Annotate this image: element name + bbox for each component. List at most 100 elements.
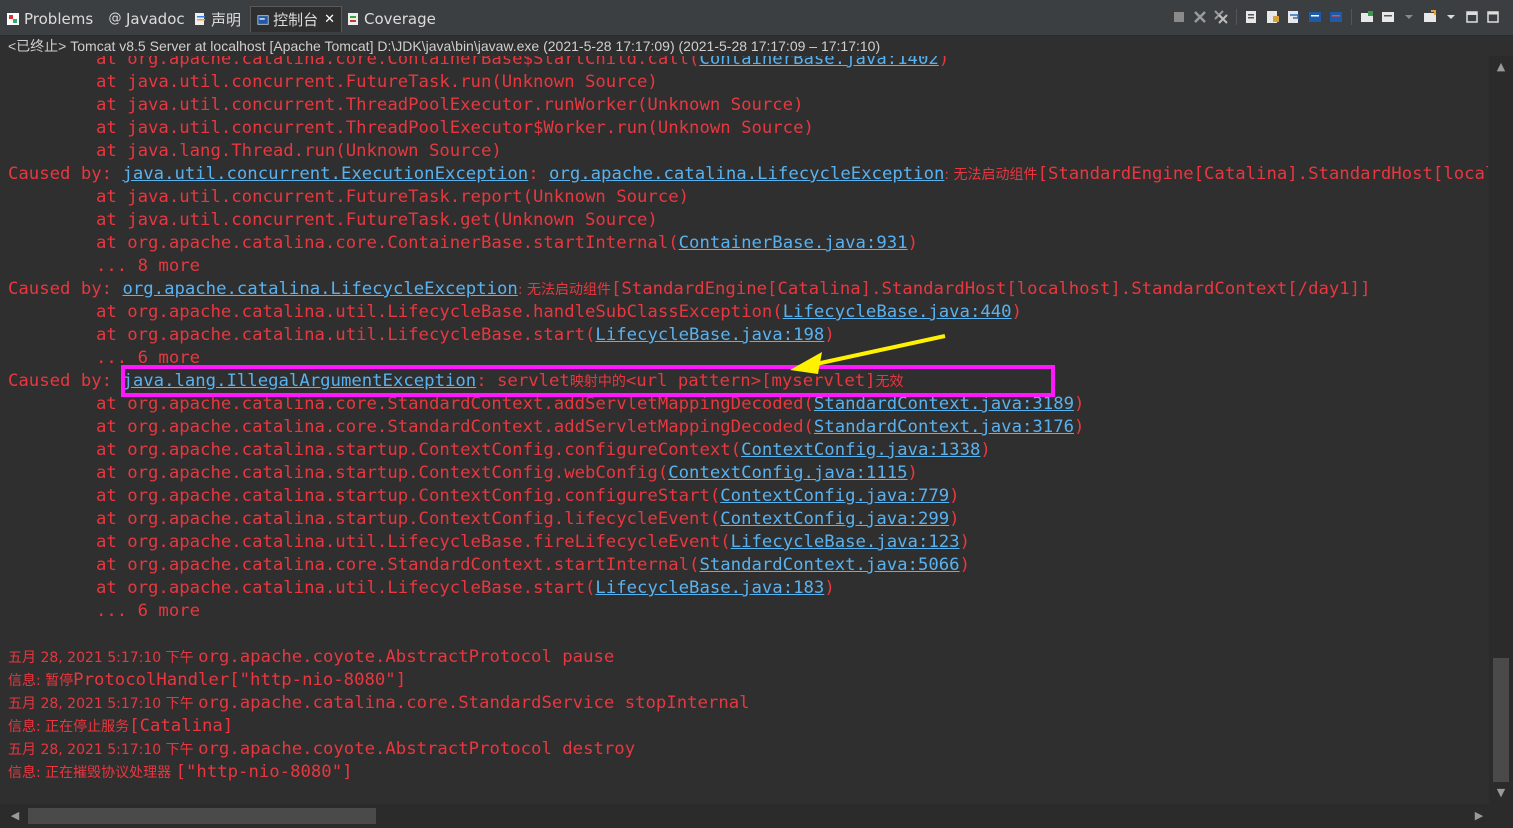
frame-tail: )	[949, 509, 960, 529]
source-link[interactable]: ContainerBase.java:1402	[699, 56, 938, 69]
more-text: ... 6 more	[96, 601, 201, 621]
tab-javadoc[interactable]: @ Javadoc	[108, 6, 185, 32]
log-line: 五月 28, 2021 5:17:10 下午 org.apache.catali…	[8, 692, 1488, 715]
source-link[interactable]: ContextConfig.java:1115	[668, 463, 907, 483]
at-prefix: at	[96, 394, 128, 414]
tab-label: Javadoc	[126, 10, 185, 28]
pin-icon	[1361, 11, 1373, 22]
tab-label: Problems	[24, 10, 94, 28]
frame-tail: )	[1074, 394, 1085, 414]
tab-console[interactable]: 控制台 ✕	[250, 6, 342, 32]
word-wrap-button[interactable]	[1286, 9, 1302, 25]
frame-method: org.apache.catalina.util.LifecycleBase.f…	[127, 532, 731, 552]
source-link[interactable]: StandardContext.java:5066	[699, 555, 959, 575]
terminate-button[interactable]	[1171, 9, 1187, 25]
log-line: 信息: 正在摧毁协议处理器 ["http-nio-8080"]	[8, 761, 1488, 784]
exception-link[interactable]: org.apache.catalina.LifecycleException	[549, 164, 944, 184]
tab-coverage[interactable]: Coverage	[346, 6, 436, 32]
source-link[interactable]: ContextConfig.java:1338	[741, 440, 980, 460]
console-output[interactable]: at org.apache.catalina.core.ContainerBas…	[0, 56, 1488, 804]
scroll-right-icon[interactable]: ▶	[1472, 809, 1486, 823]
scroll-lock-icon	[1267, 11, 1279, 23]
log-text: org.apache.coyote.AbstractProtocol destr…	[198, 739, 636, 759]
remove-launch-button[interactable]	[1192, 9, 1208, 25]
remove-all-terminated-button[interactable]	[1213, 9, 1229, 25]
close-icon[interactable]: ✕	[324, 12, 335, 27]
frame-method: java.util.concurrent.FutureTask.report(U…	[127, 187, 690, 207]
frame-tail: )	[980, 440, 991, 460]
chevron-down-icon	[1405, 15, 1413, 19]
show-stdout-icon	[1309, 12, 1321, 22]
clear-console-icon	[1246, 11, 1256, 23]
stack-frame-line: at org.apache.catalina.startup.ContextCo…	[8, 462, 1488, 485]
at-prefix: at	[96, 555, 128, 575]
frame-method: java.lang.Thread.run(Unknown Source)	[127, 141, 502, 161]
caused-by-prefix: Caused by:	[8, 371, 123, 391]
source-link[interactable]: LifecycleBase.java:123	[731, 532, 960, 552]
separator: :	[528, 164, 550, 184]
message-text: <url pattern>[myservlet]	[625, 371, 876, 391]
open-console-button[interactable]	[1422, 9, 1438, 25]
log-text: ProtocolHandler["http-nio-8080"]	[73, 670, 407, 690]
vertical-scrollbar[interactable]: ▲ ▼	[1489, 56, 1513, 804]
message-text: [StandardEngine[Catalina].StandardHost[l…	[610, 279, 1371, 299]
caused-by-line: Caused by: java.util.concurrent.Executio…	[8, 163, 1488, 186]
scroll-lock-button[interactable]	[1265, 9, 1281, 25]
display-selected-console-button[interactable]	[1380, 9, 1396, 25]
stack-frame-line: at java.util.concurrent.ThreadPoolExecut…	[8, 94, 1488, 117]
exception-link[interactable]: org.apache.catalina.LifecycleException	[122, 279, 517, 299]
frame-method: java.util.concurrent.FutureTask.run(Unkn…	[127, 72, 658, 92]
source-link[interactable]: LifecycleBase.java:440	[783, 302, 1012, 322]
log-line: 信息: 暂停ProtocolHandler["http-nio-8080"]	[8, 669, 1488, 692]
scroll-left-icon[interactable]: ◀	[8, 809, 22, 823]
at-prefix: at	[96, 463, 128, 483]
tab-label: 声明	[211, 10, 242, 29]
stack-frame-line: at org.apache.catalina.core.StandardCont…	[8, 554, 1488, 577]
message-cjk: 映射中的	[569, 374, 626, 390]
stack-frame-line: at org.apache.catalina.core.ContainerBas…	[8, 56, 1488, 71]
maximize-button[interactable]	[1485, 9, 1501, 25]
frame-method: org.apache.catalina.core.StandardContext…	[127, 417, 814, 437]
tab-declaration[interactable]: 声明	[193, 6, 241, 32]
toolbar-separator	[1236, 9, 1237, 25]
source-link[interactable]: StandardContext.java:3189	[814, 394, 1074, 414]
declaration-icon	[195, 13, 205, 25]
scroll-up-icon[interactable]: ▲	[1494, 60, 1508, 74]
source-link[interactable]: StandardContext.java:3176	[814, 417, 1074, 437]
at-prefix: at	[96, 210, 128, 230]
exception-link[interactable]: java.util.concurrent.ExecutionException	[122, 164, 528, 184]
display-console-icon	[1382, 12, 1394, 22]
source-link[interactable]: LifecycleBase.java:183	[595, 578, 824, 598]
source-link[interactable]: ContextConfig.java:779	[720, 486, 949, 506]
horizontal-scrollbar[interactable]: ◀ ▶	[0, 804, 1513, 828]
show-on-stdout-button[interactable]	[1307, 9, 1323, 25]
clear-console-button[interactable]	[1244, 9, 1260, 25]
scroll-down-icon[interactable]: ▼	[1494, 786, 1508, 800]
pin-console-button[interactable]	[1359, 9, 1375, 25]
exception-link[interactable]: java.lang.IllegalArgumentException	[122, 371, 476, 391]
stop-icon	[1174, 12, 1184, 22]
vertical-scroll-thumb[interactable]	[1493, 658, 1509, 782]
display-console-dropdown[interactable]	[1401, 9, 1417, 25]
frame-method: org.apache.catalina.core.ContainerBase.s…	[127, 233, 679, 253]
at-prefix: at	[96, 187, 128, 207]
tab-problems[interactable]: Problems	[6, 6, 93, 32]
word-wrap-icon	[1288, 11, 1299, 23]
source-link[interactable]: LifecycleBase.java:198	[595, 325, 824, 345]
more-frames-line: ... 6 more	[8, 347, 1488, 370]
horizontal-scroll-thumb[interactable]	[28, 808, 376, 824]
stack-frame-line: at java.util.concurrent.FutureTask.get(U…	[8, 209, 1488, 232]
open-console-dropdown[interactable]	[1443, 9, 1459, 25]
source-link[interactable]: ContainerBase.java:931	[679, 233, 908, 253]
minimize-icon	[1466, 11, 1478, 23]
stack-frame-line: at java.lang.Thread.run(Unknown Source)	[8, 140, 1488, 163]
minimize-button[interactable]	[1464, 9, 1480, 25]
console-toolbar	[1171, 8, 1501, 26]
at-prefix: at	[96, 532, 128, 552]
javadoc-icon: @	[108, 11, 122, 26]
frame-tail: )	[959, 532, 970, 552]
source-link[interactable]: ContextConfig.java:299	[720, 509, 949, 529]
stack-frame-line: at org.apache.catalina.startup.ContextCo…	[8, 439, 1488, 462]
frame-tail: )	[907, 233, 918, 253]
show-on-stderr-button[interactable]	[1328, 9, 1344, 25]
